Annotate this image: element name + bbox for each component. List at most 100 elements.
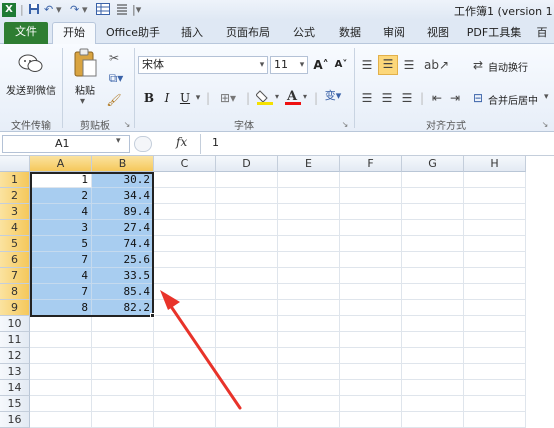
column-header-a[interactable]: A — [30, 156, 92, 172]
format-painter-icon[interactable]: 🖌 — [106, 92, 122, 108]
cell-a10[interactable] — [30, 316, 92, 332]
cell-g12[interactable] — [402, 348, 464, 364]
cell-e13[interactable] — [278, 364, 340, 380]
cell-b1[interactable]: 30.2 — [92, 172, 154, 188]
font-launcher-icon[interactable]: ↘ — [340, 117, 350, 133]
send-to-wechat-button[interactable]: 发送到微信 — [2, 82, 60, 97]
cell-f9[interactable] — [340, 300, 402, 316]
row-header-2[interactable]: 2 — [0, 188, 30, 204]
cell-b11[interactable] — [92, 332, 154, 348]
cell-g9[interactable] — [402, 300, 464, 316]
tab-data[interactable]: 数据 — [330, 24, 370, 44]
cell-a6[interactable]: 7 — [30, 252, 92, 268]
cell-b5[interactable]: 74.4 — [92, 236, 154, 252]
cell-e9[interactable] — [278, 300, 340, 316]
cell-c2[interactable] — [154, 188, 216, 204]
cell-d2[interactable] — [216, 188, 278, 204]
cell-g1[interactable] — [402, 172, 464, 188]
clipboard-launcher-icon[interactable]: ↘ — [122, 117, 132, 133]
cell-f16[interactable] — [340, 412, 402, 428]
cell-f11[interactable] — [340, 332, 402, 348]
font-color-icon[interactable]: A ▾ — [284, 88, 310, 110]
cell-f12[interactable] — [340, 348, 402, 364]
row-header-14[interactable]: 14 — [0, 380, 30, 396]
formula-input[interactable]: 1 — [212, 136, 552, 149]
select-all-corner[interactable] — [0, 156, 30, 172]
decrease-indent-icon[interactable]: ⇤ — [428, 90, 446, 106]
merge-center-icon[interactable]: ⊟ — [470, 90, 486, 106]
cell-b7[interactable]: 33.5 — [92, 268, 154, 284]
wrap-text-icon[interactable]: ⇄ — [470, 57, 486, 73]
cell-b8[interactable]: 85.4 — [92, 284, 154, 300]
cell-h10[interactable] — [464, 316, 526, 332]
cell-e15[interactable] — [278, 396, 340, 412]
cell-f5[interactable] — [340, 236, 402, 252]
cell-h9[interactable] — [464, 300, 526, 316]
grow-font-button[interactable]: A˄ — [312, 57, 330, 73]
cell-a2[interactable]: 2 — [30, 188, 92, 204]
save-icon[interactable] — [28, 3, 40, 17]
font-name-select[interactable]: 宋体 — [138, 56, 268, 74]
cell-h16[interactable] — [464, 412, 526, 428]
paste-icon[interactable] — [72, 48, 98, 80]
row-header-16[interactable]: 16 — [0, 412, 30, 428]
cell-e14[interactable] — [278, 380, 340, 396]
cell-g8[interactable] — [402, 284, 464, 300]
tab-pdf-tools[interactable]: PDF工具集 — [462, 24, 526, 44]
cell-a14[interactable] — [30, 380, 92, 396]
cell-d7[interactable] — [216, 268, 278, 284]
font-size-dropdown-icon[interactable]: ▾ — [296, 57, 308, 73]
cell-b12[interactable] — [92, 348, 154, 364]
name-box-dropdown-icon[interactable]: ▾ — [116, 136, 121, 146]
cell-a12[interactable] — [30, 348, 92, 364]
cell-f3[interactable] — [340, 204, 402, 220]
cell-g2[interactable] — [402, 188, 464, 204]
cell-a15[interactable] — [30, 396, 92, 412]
row-header-10[interactable]: 10 — [0, 316, 30, 332]
cell-f1[interactable] — [340, 172, 402, 188]
cell-h1[interactable] — [464, 172, 526, 188]
alignment-launcher-icon[interactable]: ↘ — [540, 117, 550, 133]
cell-g3[interactable] — [402, 204, 464, 220]
tab-review[interactable]: 审阅 — [374, 24, 414, 44]
cell-b14[interactable] — [92, 380, 154, 396]
cell-a11[interactable] — [30, 332, 92, 348]
cell-e4[interactable] — [278, 220, 340, 236]
cell-c7[interactable] — [154, 268, 216, 284]
cell-c6[interactable] — [154, 252, 216, 268]
cell-f13[interactable] — [340, 364, 402, 380]
copy-icon[interactable]: ⧉▾ — [106, 70, 126, 86]
cell-e6[interactable] — [278, 252, 340, 268]
cell-a9[interactable]: 8 — [30, 300, 92, 316]
cell-e12[interactable] — [278, 348, 340, 364]
cell-b3[interactable]: 89.4 — [92, 204, 154, 220]
row-header-8[interactable]: 8 — [0, 284, 30, 300]
tab-formulas[interactable]: 公式 — [284, 24, 324, 44]
row-header-6[interactable]: 6 — [0, 252, 30, 268]
cell-g14[interactable] — [402, 380, 464, 396]
cell-g15[interactable] — [402, 396, 464, 412]
row-header-3[interactable]: 3 — [0, 204, 30, 220]
cell-c3[interactable] — [154, 204, 216, 220]
borders-icon[interactable]: ⊞▾ — [216, 90, 240, 106]
redo-dropdown-icon[interactable]: ▾ — [82, 3, 88, 17]
cell-a16[interactable] — [30, 412, 92, 428]
italic-button[interactable]: I — [160, 90, 174, 106]
column-header-c[interactable]: C — [154, 156, 216, 172]
row-header-11[interactable]: 11 — [0, 332, 30, 348]
cell-a4[interactable]: 3 — [30, 220, 92, 236]
cell-f14[interactable] — [340, 380, 402, 396]
column-header-d[interactable]: D — [216, 156, 278, 172]
row-header-15[interactable]: 15 — [0, 396, 30, 412]
increase-indent-icon[interactable]: ⇥ — [446, 90, 464, 106]
cell-h11[interactable] — [464, 332, 526, 348]
cell-h14[interactable] — [464, 380, 526, 396]
cell-f8[interactable] — [340, 284, 402, 300]
cell-c4[interactable] — [154, 220, 216, 236]
cell-h6[interactable] — [464, 252, 526, 268]
cell-f4[interactable] — [340, 220, 402, 236]
align-top-icon[interactable]: ☰ — [358, 57, 376, 73]
row-header-7[interactable]: 7 — [0, 268, 30, 284]
tab-file[interactable]: 文件 — [4, 22, 48, 44]
cell-h8[interactable] — [464, 284, 526, 300]
